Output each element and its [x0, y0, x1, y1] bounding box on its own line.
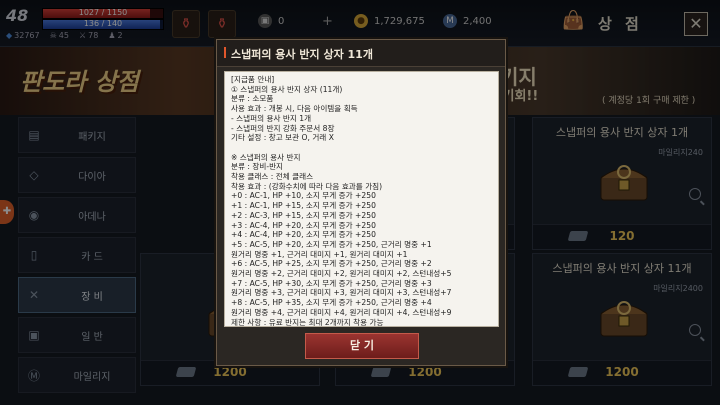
- item-info-dialog: 스냅퍼의 용사 반지 상자 11개 [지급품 안내] ① 스냅퍼의 용사 반지 …: [216, 39, 506, 366]
- close-dialog-button[interactable]: 닫 기: [305, 333, 419, 359]
- dialog-title: 스냅퍼의 용사 반지 상자 11개: [224, 47, 373, 61]
- dialog-description[interactable]: [지급품 안내] ① 스냅퍼의 용사 반지 상자 (11개) 분류 : 소모품 …: [224, 71, 499, 327]
- dialog-header: 스냅퍼의 용사 반지 상자 11개: [217, 40, 505, 67]
- description-text: [지급품 안내] ① 스냅퍼의 용사 반지 상자 (11개) 분류 : 소모품 …: [231, 75, 452, 327]
